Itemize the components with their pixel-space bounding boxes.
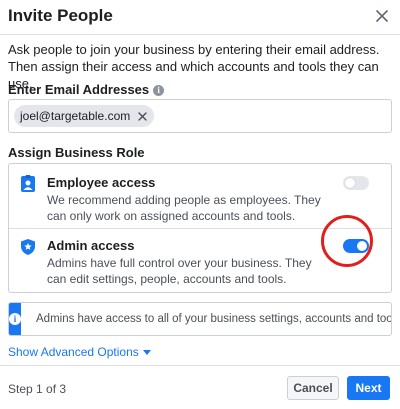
advanced-options-label: Show Advanced Options (8, 345, 139, 359)
role-option-employee[interactable]: Employee access We recommend adding peop… (9, 164, 391, 227)
info-icon: i (9, 313, 21, 325)
dialog-footer: Step 1 of 3 Cancel Next (0, 365, 400, 409)
employee-badge-icon (21, 175, 35, 192)
close-button[interactable] (372, 6, 392, 26)
info-icon[interactable]: i (153, 85, 165, 97)
email-input-field[interactable]: joel@targetable.com (8, 99, 392, 133)
role-title-employee: Employee access (47, 175, 156, 190)
next-button[interactable]: Next (347, 376, 390, 400)
toggle-knob (345, 178, 355, 188)
employee-access-toggle[interactable] (343, 176, 369, 190)
email-label-text: Enter Email Addresses (8, 82, 150, 97)
toggle-knob (357, 241, 367, 251)
role-desc-employee: We recommend adding people as employees.… (47, 193, 321, 223)
role-options: Employee access We recommend adding peop… (8, 163, 392, 293)
info-banner-bar: i (9, 303, 21, 335)
dialog-header: Invite People (0, 0, 400, 35)
email-section-label: Enter Email Addresses i (8, 82, 165, 97)
remove-email-button[interactable] (136, 110, 148, 122)
info-banner-text: Admins have access to all of your busine… (36, 313, 392, 325)
email-chip-text: joel@targetable.com (20, 109, 131, 123)
invite-people-dialog: Invite People Ask people to join your bu… (0, 0, 400, 408)
email-chip: joel@targetable.com (14, 105, 155, 127)
role-section-label: Assign Business Role (8, 145, 145, 160)
close-icon (138, 111, 147, 121)
dialog-title: Invite People (8, 6, 113, 25)
caret-down-icon (142, 349, 151, 355)
show-advanced-options-link[interactable]: Show Advanced Options (8, 345, 151, 359)
admin-access-toggle[interactable] (343, 239, 369, 253)
admin-shield-icon (21, 239, 35, 255)
cancel-button[interactable]: Cancel (287, 376, 339, 400)
step-indicator: Step 1 of 3 (8, 382, 67, 396)
role-option-admin[interactable]: Admin access Admins have full control ov… (9, 228, 391, 292)
role-title-admin: Admin access (47, 238, 135, 253)
info-banner: i Admins have access to all of your busi… (8, 302, 392, 336)
role-desc-admin: Admins have full control over your busin… (47, 256, 312, 286)
close-icon (376, 10, 388, 22)
